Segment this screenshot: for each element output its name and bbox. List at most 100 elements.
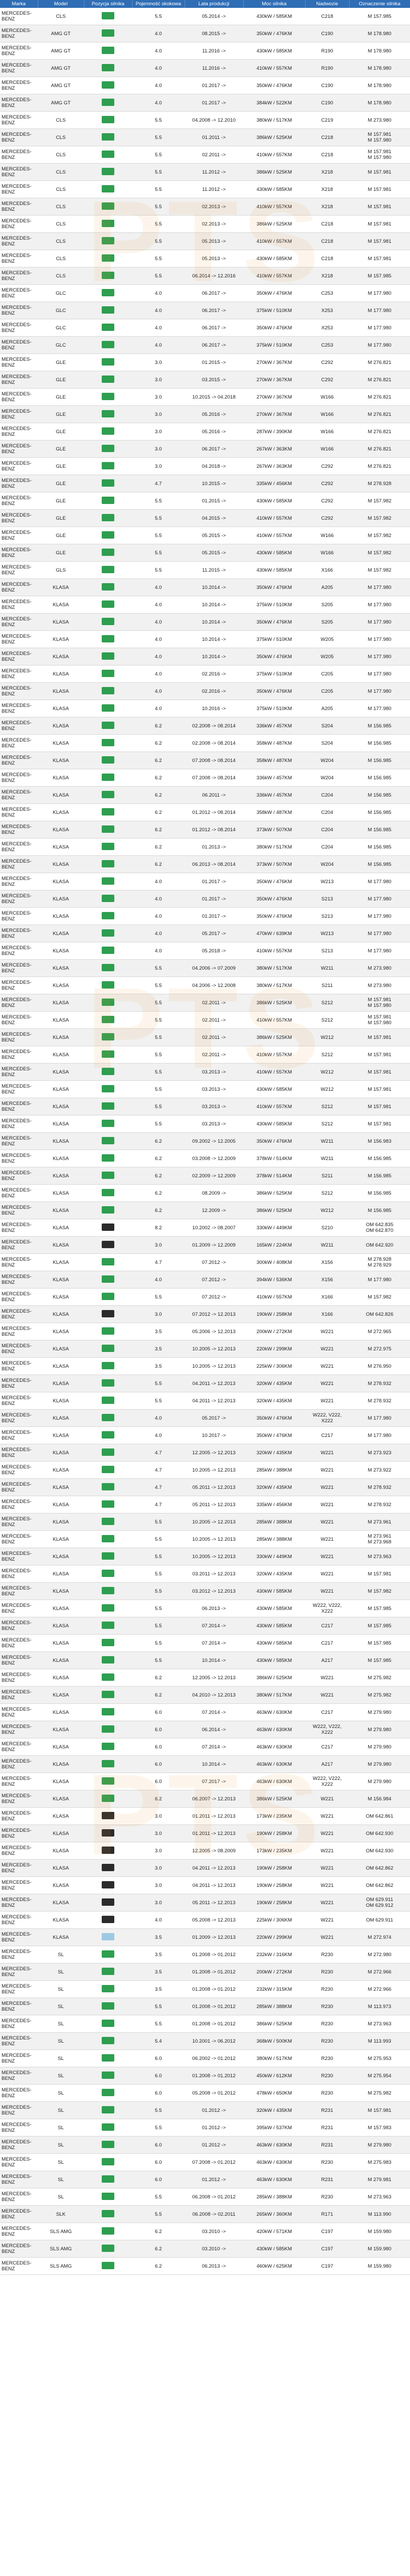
table-row[interactable]: MERCEDES-BENZ SL 6.0 01.2008 -> 01.2012 450k…	[0, 2067, 410, 2085]
table-row[interactable]: MERCEDES-BENZ KLASA 3.5 05.2006 -> 12.2013 2…	[0, 1323, 410, 1340]
table-row[interactable]: MERCEDES-BENZ KLASA 6.2 12.2009 -> 386kW / 5…	[0, 1201, 410, 1219]
table-row[interactable]: MERCEDES-BENZ GLE 5.5 05.2015 -> 430kW / 585…	[0, 544, 410, 562]
table-row[interactable]: MERCEDES-BENZ KLASA 4.0 10.2017 -> 350kW / 4…	[0, 1426, 410, 1444]
table-row[interactable]: MERCEDES-BENZ SLS AMG 6.2 06.2013 -> 460kW /…	[0, 2257, 410, 2275]
table-row[interactable]: MERCEDES-BENZ KLASA 3.0 01.2011 -> 12.2013 1…	[0, 1824, 410, 1842]
table-row[interactable]: MERCEDES-BENZ KLASA 5.5 07.2014 -> 430kW / 5…	[0, 1617, 410, 1635]
table-row[interactable]: MERCEDES-BENZ KLASA 5.5 07.2014 -> 430kW / 5…	[0, 1634, 410, 1652]
table-row[interactable]: MERCEDES-BENZ GLE 3.0 05.2016 -> 270kW / 367…	[0, 405, 410, 423]
table-row[interactable]: MERCEDES-BENZ SLS AMG 6.2 03.2010 -> 420kW /…	[0, 2223, 410, 2240]
table-row[interactable]: MERCEDES-BENZ KLASA 5.5 03.2013 -> 430kW / 5…	[0, 1115, 410, 1133]
table-row[interactable]: MERCEDES-BENZ SLK 5.5 06.2008 -> 02.2011 265…	[0, 2205, 410, 2223]
table-row[interactable]: MERCEDES-BENZ KLASA 5.5 04.2006 -> 12.2008 3…	[0, 976, 410, 994]
table-row[interactable]: MERCEDES-BENZ GLC 4.0 06.2017 -> 375kW / 510…	[0, 336, 410, 354]
table-row[interactable]: MERCEDES-BENZ KLASA 4.0 07.2012 -> 394kW / 5…	[0, 1271, 410, 1289]
table-row[interactable]: MERCEDES-BENZ KLASA 5.5 07.2012 -> 410kW / 5…	[0, 1288, 410, 1306]
table-row[interactable]: MERCEDES-BENZ GLE 3.0 06.2017 -> 267kW / 363…	[0, 440, 410, 458]
col-header-pojemnosc[interactable]: Pojemność skokowa	[132, 0, 185, 8]
col-header-lata[interactable]: Lata produkcji	[185, 0, 244, 8]
table-row[interactable]: MERCEDES-BENZ KLASA 4.0 02.2016 -> 375kW / 5…	[0, 665, 410, 683]
table-row[interactable]: MERCEDES-BENZ GLE 3.0 01.2015 -> 270kW / 367…	[0, 353, 410, 371]
table-row[interactable]: MERCEDES-BENZ SLS AMG 6.2 03.2010 -> 430kW /…	[0, 2240, 410, 2258]
table-row[interactable]: MERCEDES-BENZ KLASA 5.5 10.2005 -> 12.2013 2…	[0, 1513, 410, 1531]
table-row[interactable]: MERCEDES-BENZ KLASA 6.2 06.2007 -> 12.2013 3…	[0, 1790, 410, 1808]
table-row[interactable]: MERCEDES-BENZ SL 5.5 01.2012 -> 395kW / 537K…	[0, 2119, 410, 2137]
table-row[interactable]: MERCEDES-BENZ KLASA 6.2 01.2013 -> 380kW / 5…	[0, 838, 410, 856]
table-row[interactable]: MERCEDES-BENZ KLASA 4.7 07.2012 -> 300kW / 4…	[0, 1253, 410, 1271]
table-row[interactable]: MERCEDES-BENZ KLASA 6.0 07.2017 -> 463kW / 6…	[0, 1773, 410, 1790]
table-row[interactable]: MERCEDES-BENZ KLASA 3.0 07.2012 -> 12.2013 1…	[0, 1305, 410, 1323]
table-row[interactable]: MERCEDES-BENZ CLS 5.5 11.2012 -> 386kW / 525…	[0, 163, 410, 181]
table-row[interactable]: MERCEDES-BENZ KLASA 3.5 10.2005 -> 12.2013 2…	[0, 1357, 410, 1375]
table-row[interactable]: MERCEDES-BENZ CLS 5.5 06.2014 -> 12.2016 410…	[0, 267, 410, 285]
table-row[interactable]: MERCEDES-BENZ AMG GT 4.0 11.2016 -> 430kW / …	[0, 42, 410, 60]
table-row[interactable]: MERCEDES-BENZ KLASA 6.2 07.2008 -> 08.2014 3…	[0, 752, 410, 769]
table-row[interactable]: MERCEDES-BENZ SL 5.5 01.2012 -> 320kW / 435K…	[0, 2101, 410, 2119]
table-row[interactable]: MERCEDES-BENZ SL 6.0 06.2002 -> 01.2012 380k…	[0, 2049, 410, 2067]
table-row[interactable]: MERCEDES-BENZ KLASA 3.0 05.2011 -> 12.2013 1…	[0, 1894, 410, 1912]
table-row[interactable]: MERCEDES-BENZ SL 3.5 01.2008 -> 01.2012 200k…	[0, 1963, 410, 1981]
table-row[interactable]: MERCEDES-BENZ GLC 4.0 06.2017 -> 350kW / 476…	[0, 319, 410, 337]
table-row[interactable]: MERCEDES-BENZ SL 6.0 01.2012 -> 463kW / 630K…	[0, 2171, 410, 2188]
table-row[interactable]: MERCEDES-BENZ GLE 3.0 10.2015 -> 04.2018 270…	[0, 388, 410, 406]
table-row[interactable]: MERCEDES-BENZ KLASA 5.5 06.2013 -> 430kW / 5…	[0, 1600, 410, 1617]
table-row[interactable]: MERCEDES-BENZ SL 6.0 07.2008 -> 01.2012 463k…	[0, 2153, 410, 2171]
table-row[interactable]: MERCEDES-BENZ GLE 3.0 03.2015 -> 270kW / 367…	[0, 371, 410, 389]
table-row[interactable]: MERCEDES-BENZ KLASA 5.5 02.2011 -> 386kW / 5…	[0, 1028, 410, 1046]
table-row[interactable]: MERCEDES-BENZ AMG GT 4.0 01.2017 -> 384kW / …	[0, 94, 410, 112]
col-header-nadwozie[interactable]: Nadwozie	[305, 0, 350, 8]
table-row[interactable]: MERCEDES-BENZ KLASA 6.2 01.2012 -> 08.2014 3…	[0, 803, 410, 821]
table-row[interactable]: MERCEDES-BENZ KLASA 4.0 10.2014 -> 350kW / 4…	[0, 613, 410, 631]
table-row[interactable]: MERCEDES-BENZ KLASA 3.0 01.2011 -> 12.2013 1…	[0, 1807, 410, 1825]
table-row[interactable]: MERCEDES-BENZ KLASA 3.0 04.2011 -> 12.2013 1…	[0, 1859, 410, 1877]
table-row[interactable]: MERCEDES-BENZ GLE 5.5 04.2015 -> 410kW / 557…	[0, 509, 410, 527]
table-row[interactable]: MERCEDES-BENZ KLASA 4.0 10.2014 -> 375kW / 5…	[0, 596, 410, 614]
table-row[interactable]: MERCEDES-BENZ CLS 5.5 02.2013 -> 386kW / 525…	[0, 215, 410, 233]
table-row[interactable]: MERCEDES-BENZ SL 3.5 01.2008 -> 01.2012 232k…	[0, 1980, 410, 1998]
table-row[interactable]: MERCEDES-BENZ KLASA 8.2 10.2002 -> 08.2007 3…	[0, 1219, 410, 1237]
table-row[interactable]: MERCEDES-BENZ KLASA 5.5 02.2011 -> 386kW / 5…	[0, 994, 410, 1012]
table-row[interactable]: MERCEDES-BENZ CLS 5.5 02.2011 -> 410kW / 557…	[0, 146, 410, 164]
table-row[interactable]: MERCEDES-BENZ KLASA 4.7 12.2005 -> 12.2013 3…	[0, 1444, 410, 1462]
table-row[interactable]: MERCEDES-BENZ KLASA 5.5 04.2011 -> 12.2013 3…	[0, 1392, 410, 1410]
table-row[interactable]: MERCEDES-BENZ KLASA 5.5 03.2013 -> 430kW / 5…	[0, 1080, 410, 1098]
table-row[interactable]: MERCEDES-BENZ KLASA 4.0 02.2016 -> 350kW / 4…	[0, 682, 410, 700]
table-row[interactable]: MERCEDES-BENZ CLS 5.5 05.2014 -> 430kW / 585…	[0, 8, 410, 25]
table-row[interactable]: MERCEDES-BENZ KLASA 4.0 01.2017 -> 350kW / 4…	[0, 873, 410, 890]
col-header-moc[interactable]: Moc silnika	[243, 0, 306, 8]
table-row[interactable]: MERCEDES-BENZ GLC 4.0 06.2017 -> 375kW / 510…	[0, 302, 410, 319]
table-row[interactable]: MERCEDES-BENZ KLASA 6.2 01.2012 -> 08.2014 3…	[0, 821, 410, 839]
table-row[interactable]: MERCEDES-BENZ KLASA 4.7 05.2011 -> 12.2013 3…	[0, 1496, 410, 1514]
table-row[interactable]: MERCEDES-BENZ KLASA 6.2 09.2002 -> 12.2005 3…	[0, 1132, 410, 1150]
table-row[interactable]: MERCEDES-BENZ KLASA 5.5 10.2005 -> 12.2013 2…	[0, 1530, 410, 1548]
table-row[interactable]: MERCEDES-BENZ CLS 5.5 02.2013 -> 410kW / 557…	[0, 198, 410, 216]
table-row[interactable]: MERCEDES-BENZ KLASA 4.0 10.2016 -> 375kW / 5…	[0, 700, 410, 717]
table-row[interactable]: MERCEDES-BENZ KLASA 4.0 05.2018 -> 410kW / 5…	[0, 942, 410, 960]
table-row[interactable]: MERCEDES-BENZ CLS 5.5 04.2008 -> 12.2010 380…	[0, 111, 410, 129]
table-row[interactable]: MERCEDES-BENZ KLASA 5.5 02.2011 -> 410kW / 5…	[0, 1046, 410, 1064]
table-row[interactable]: MERCEDES-BENZ KLASA 5.5 03.2012 -> 12.2013 4…	[0, 1582, 410, 1600]
table-row[interactable]: MERCEDES-BENZ SL 5.4 10.2001 -> 06.2012 368k…	[0, 2032, 410, 2050]
table-row[interactable]: MERCEDES-BENZ KLASA 6.2 04.2010 -> 12.2013 3…	[0, 1686, 410, 1704]
table-row[interactable]: MERCEDES-BENZ SL 6.0 05.2008 -> 01.2012 478k…	[0, 2084, 410, 2102]
table-row[interactable]: MERCEDES-BENZ KLASA 6.0 07.2014 -> 463kW / 6…	[0, 1738, 410, 1756]
table-row[interactable]: MERCEDES-BENZ KLASA 6.2 06.2011 -> 336kW / 4…	[0, 786, 410, 804]
table-row[interactable]: MERCEDES-BENZ AMG GT 4.0 01.2017 -> 350kW / …	[0, 77, 410, 94]
col-header-marka[interactable]: Marka	[0, 0, 38, 8]
table-row[interactable]: MERCEDES-BENZ KLASA 5.5 02.2011 -> 410kW / 5…	[0, 1011, 410, 1029]
table-row[interactable]: MERCEDES-BENZ KLASA 6.2 02.2009 -> 12.2009 3…	[0, 1167, 410, 1185]
table-row[interactable]: MERCEDES-BENZ GLC 4.0 06.2017 -> 350kW / 476…	[0, 284, 410, 302]
table-row[interactable]: MERCEDES-BENZ CLS 5.5 05.2013 -> 410kW / 557…	[0, 232, 410, 250]
table-row[interactable]: MERCEDES-BENZ KLASA 5.5 03.2013 -> 410kW / 5…	[0, 1063, 410, 1081]
table-row[interactable]: MERCEDES-BENZ KLASA 6.2 03.2008 -> 12.2009 3…	[0, 1150, 410, 1167]
table-row[interactable]: MERCEDES-BENZ KLASA 3.5 10.2005 -> 12.2013 2…	[0, 1340, 410, 1358]
table-row[interactable]: MERCEDES-BENZ KLASA 5.5 04.2011 -> 12.2013 3…	[0, 1375, 410, 1392]
table-row[interactable]: MERCEDES-BENZ KLASA 4.0 01.2017 -> 350kW / 4…	[0, 907, 410, 925]
table-row[interactable]: MERCEDES-BENZ SL 3.5 01.2008 -> 01.2012 232k…	[0, 1946, 410, 1963]
table-row[interactable]: MERCEDES-BENZ KLASA 3.5 01.2009 -> 12.2013 2…	[0, 1928, 410, 1946]
table-row[interactable]: MERCEDES-BENZ KLASA 4.0 01.2017 -> 350kW / 4…	[0, 890, 410, 908]
table-row[interactable]: MERCEDES-BENZ KLASA 5.5 04.2006 -> 07.2009 3…	[0, 959, 410, 977]
table-row[interactable]: MERCEDES-BENZ KLASA 3.0 12.2005 -> 08.2009 1…	[0, 1842, 410, 1860]
table-row[interactable]: MERCEDES-BENZ KLASA 3.0 01.2009 -> 12.2009 1…	[0, 1236, 410, 1254]
table-row[interactable]: MERCEDES-BENZ KLASA 5.5 10.2014 -> 430kW / 5…	[0, 1651, 410, 1669]
